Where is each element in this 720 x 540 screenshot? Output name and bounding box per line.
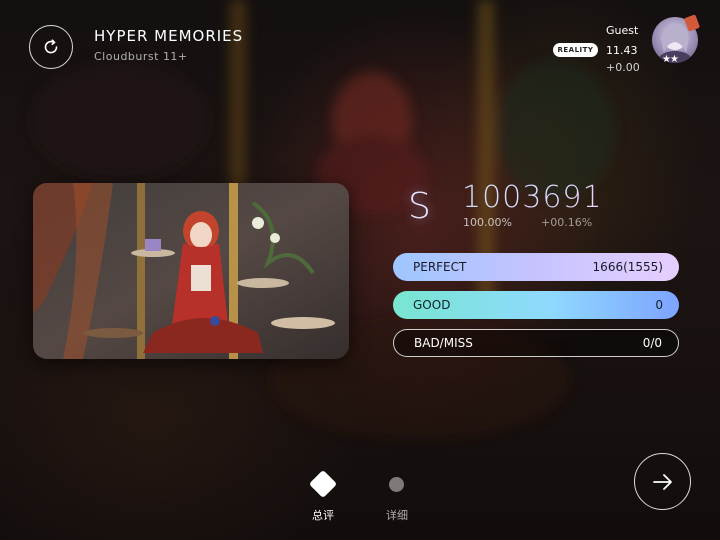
song-difficulty: Cloudburst 11+ xyxy=(94,50,188,63)
grade-letter: S xyxy=(408,186,431,227)
retry-icon xyxy=(44,39,58,54)
retry-button[interactable] xyxy=(29,25,73,69)
player-stars: ★★ xyxy=(662,54,679,65)
bad-miss-label: BAD/MISS xyxy=(414,336,473,350)
tab-detail[interactable]: 详细 xyxy=(386,507,408,523)
bad-miss-bar: BAD/MISS 0/0 xyxy=(393,329,679,357)
dot-icon[interactable] xyxy=(389,477,404,492)
illustration-image xyxy=(33,183,349,359)
accuracy-value: 100.00% xyxy=(463,216,512,229)
player-name: Guest xyxy=(606,24,639,37)
perfect-bar: PERFECT 1666(1555) xyxy=(393,253,679,281)
score-value: 1003691 xyxy=(462,180,603,215)
good-bar: GOOD 0 xyxy=(393,291,679,319)
perfect-count: 1666(1555) xyxy=(592,260,663,274)
song-illustration xyxy=(33,183,349,359)
bad-miss-count: 0/0 xyxy=(642,336,662,350)
good-count: 0 xyxy=(655,298,663,312)
next-button[interactable] xyxy=(634,453,691,510)
accuracy-delta: +00.16% xyxy=(541,216,593,229)
player-rks-delta: +0.00 xyxy=(606,61,640,74)
perfect-label: PERFECT xyxy=(413,260,467,274)
player-rks: 11.43 xyxy=(606,44,638,57)
tab-summary[interactable]: 总评 xyxy=(312,507,334,523)
song-title: HYPER MEMORIES xyxy=(94,27,244,45)
diamond-icon[interactable] xyxy=(308,469,338,499)
mode-badge: REALITY xyxy=(553,43,598,57)
arrow-right-icon xyxy=(652,473,672,490)
good-label: GOOD xyxy=(413,298,451,312)
